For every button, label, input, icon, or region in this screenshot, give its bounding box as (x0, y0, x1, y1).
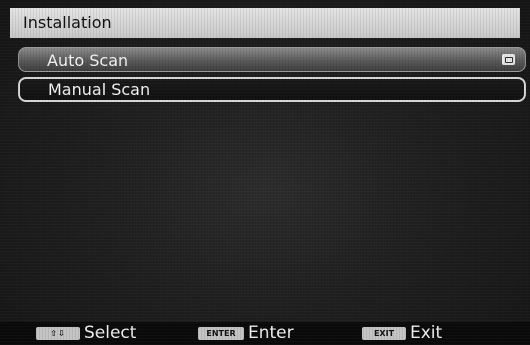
enter-key-icon: ENTER (198, 327, 244, 340)
menu-item-manual-scan[interactable]: Manual Scan (18, 77, 526, 102)
hint-label: Select (84, 323, 137, 343)
menu-item-label: Manual Scan (48, 80, 151, 99)
footer-bar: ⇧⇩ Select ENTER Enter EXIT Exit (0, 322, 530, 345)
hint-select: ⇧⇩ Select (36, 322, 136, 345)
hint-label: Enter (248, 323, 294, 343)
hint-enter: ENTER Enter (198, 322, 294, 345)
submenu-icon (502, 54, 515, 65)
arrow-keys-icon: ⇧⇩ (36, 327, 80, 340)
menu-item-label: Auto Scan (47, 51, 129, 70)
page-title: Installation (10, 8, 520, 38)
tv-screen: Installation Auto Scan Manual Scan ⇧⇩ Se… (0, 0, 530, 345)
menu-item-auto-scan[interactable]: Auto Scan (18, 47, 526, 72)
hint-exit: EXIT Exit (362, 322, 442, 345)
hint-label: Exit (410, 323, 443, 343)
exit-key-icon: EXIT (362, 327, 406, 340)
